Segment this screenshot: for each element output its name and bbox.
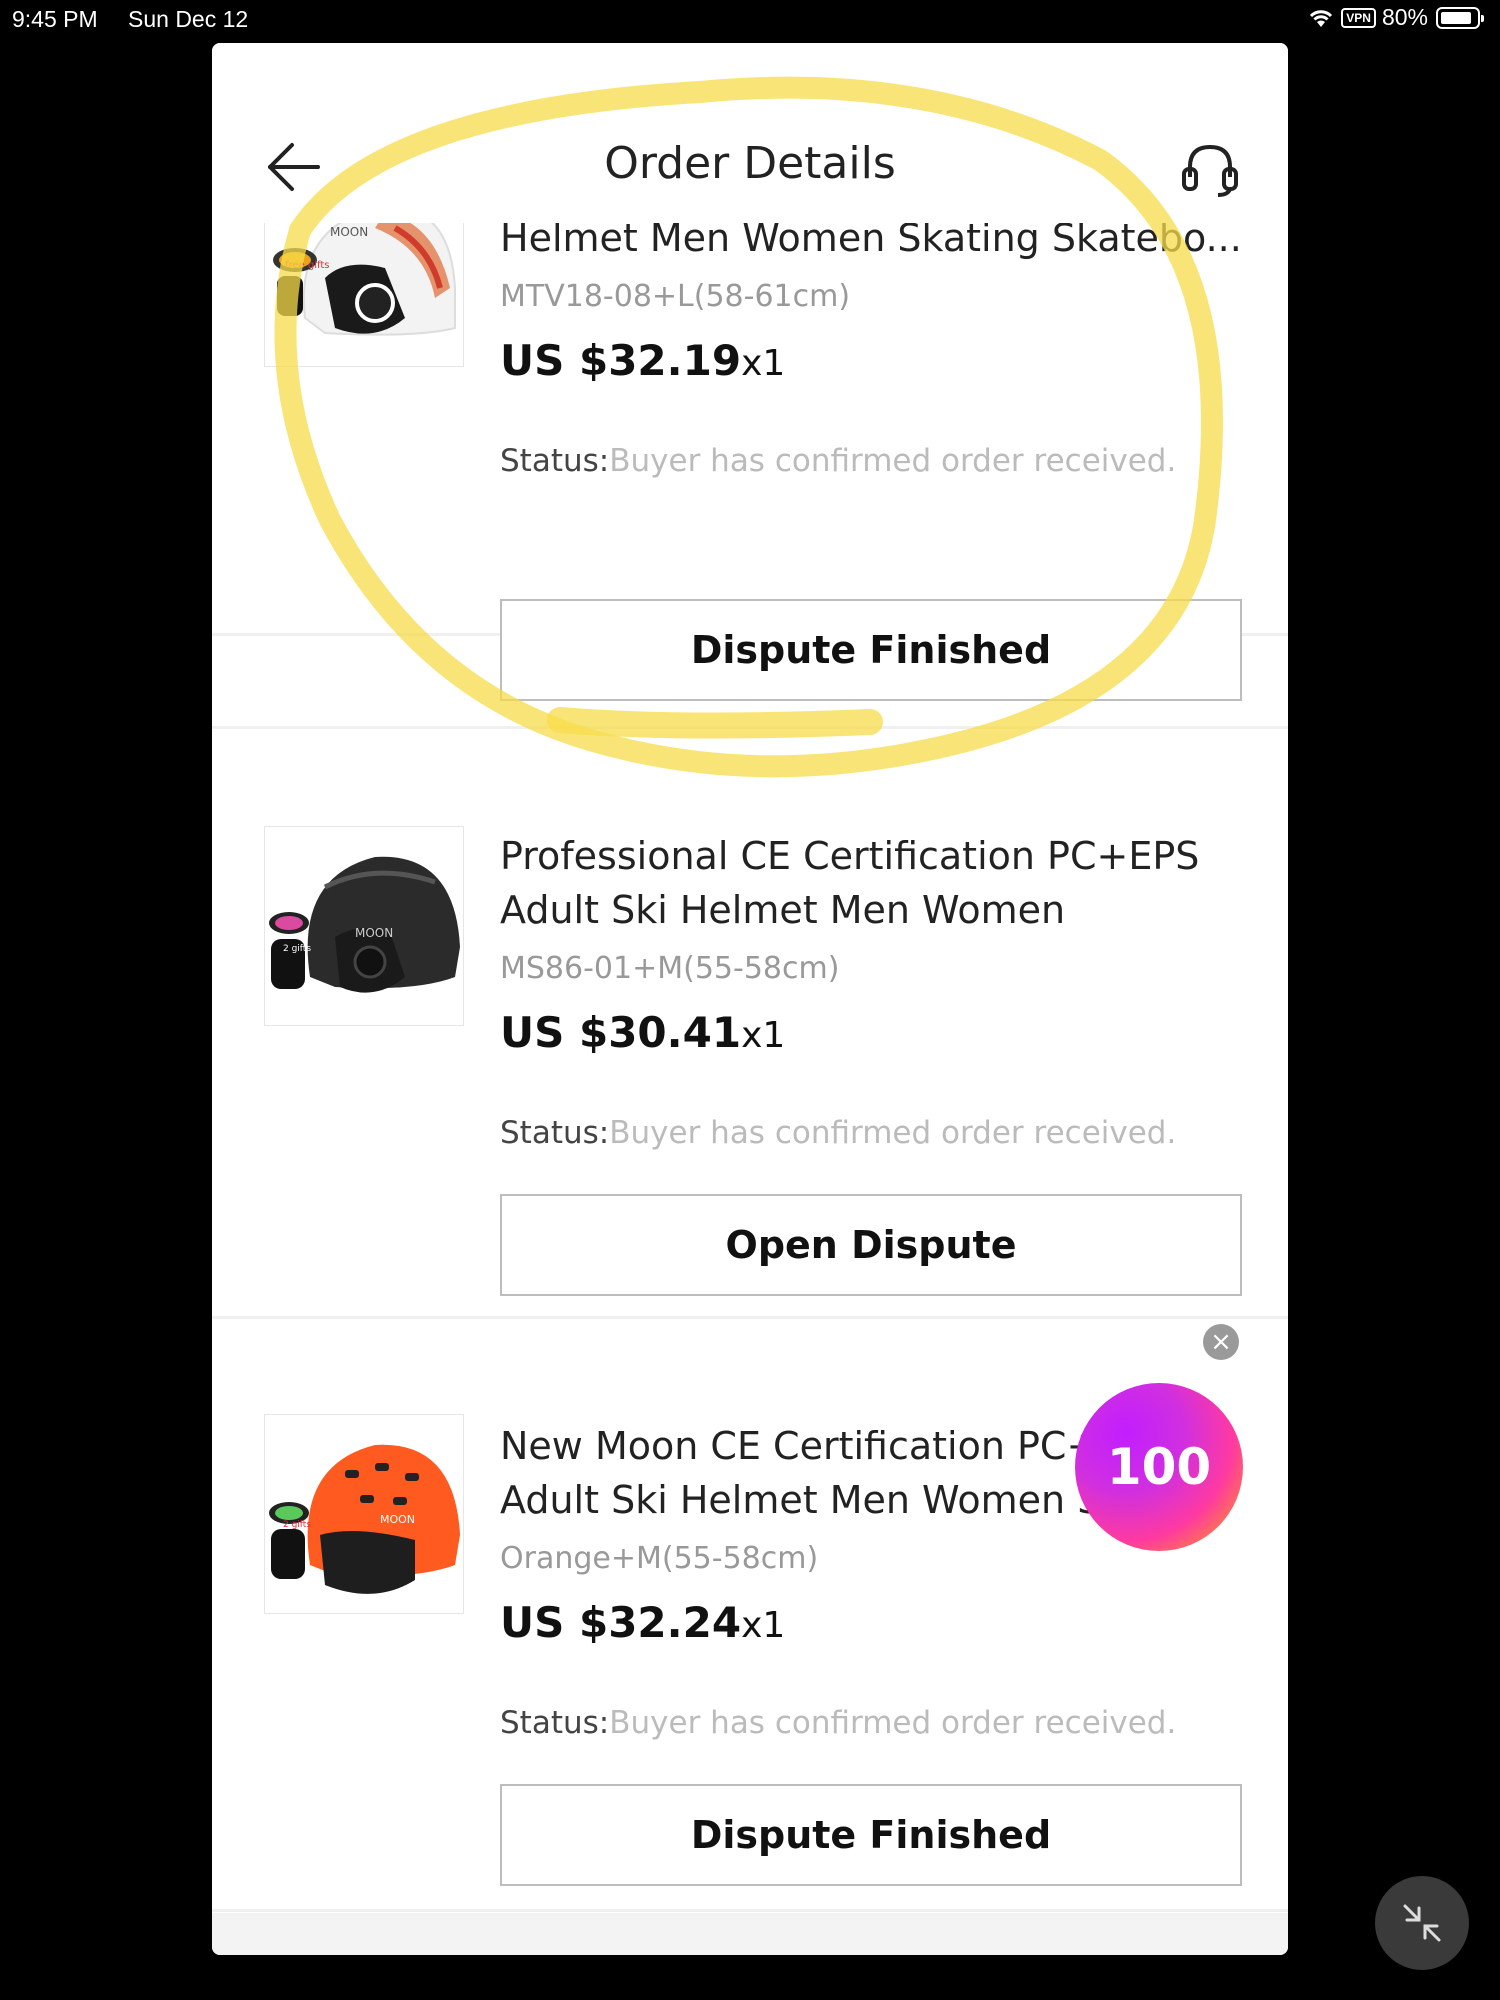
status-bar: 9:45 PM Sun Dec 12 VPN 80% bbox=[0, 0, 1500, 40]
product-sku: MTV18-08+L(58-61cm) bbox=[500, 279, 851, 314]
svg-text:MOON: MOON bbox=[380, 1513, 415, 1526]
order-status: Status:Buyer has confirmed order receive… bbox=[500, 1705, 1242, 1741]
collapse-arrows-icon bbox=[1403, 1904, 1441, 1942]
vpn-badge: VPN bbox=[1341, 7, 1376, 28]
bottom-divider bbox=[212, 1913, 1288, 1955]
status-value: Buyer has confirmed order received. bbox=[609, 1115, 1177, 1151]
price-value: US $32.24 bbox=[500, 1598, 742, 1647]
open-dispute-button[interactable]: Open Dispute bbox=[500, 1194, 1242, 1296]
product-price: US $30.41x1 bbox=[500, 1008, 1242, 1057]
status-label: Status: bbox=[500, 1705, 610, 1741]
battery-percent: 80% bbox=[1381, 4, 1428, 30]
reward-coin-badge[interactable]: 100 bbox=[1075, 1383, 1243, 1551]
svg-text:MOON: MOON bbox=[330, 225, 368, 239]
status-time: 9:45 PM bbox=[12, 6, 98, 32]
status-label: Status: bbox=[500, 1115, 610, 1151]
order-status: Status:Buyer has confirmed order receive… bbox=[500, 443, 1242, 479]
status-value: Buyer has confirmed order received. bbox=[609, 443, 1177, 479]
svg-text:MOON: MOON bbox=[355, 926, 393, 940]
thumb-caption: 2 gifts bbox=[283, 1520, 311, 1530]
dispute-finished-button[interactable]: Dispute Finished bbox=[500, 599, 1242, 701]
minimize-button[interactable] bbox=[1375, 1876, 1469, 1970]
status-label: Status: bbox=[500, 443, 610, 479]
order-status: Status:Buyer has confirmed order receive… bbox=[500, 1115, 1242, 1151]
battery-icon bbox=[1436, 6, 1484, 29]
headset-icon[interactable] bbox=[1178, 137, 1242, 201]
product-thumbnail[interactable]: MOON 2 gifts bbox=[264, 1414, 464, 1614]
quantity: x1 bbox=[741, 343, 786, 384]
product-thumbnail[interactable]: MOON 2 gifts bbox=[264, 826, 464, 1026]
close-icon[interactable]: × bbox=[1203, 1324, 1239, 1360]
status-right: VPN 80% bbox=[1307, 4, 1484, 31]
product-sku: MS86-01+M(55-58cm) bbox=[500, 951, 840, 986]
price-value: US $30.41 bbox=[500, 1008, 742, 1057]
dispute-finished-button[interactable]: Dispute Finished bbox=[500, 1784, 1242, 1886]
orange-ski-helmet-image: MOON 2 gifts bbox=[265, 1415, 463, 1613]
wifi-icon bbox=[1310, 9, 1333, 27]
product-name[interactable]: Professional CE Certification PC+EPS Adu… bbox=[500, 829, 1242, 937]
header: Order Details bbox=[212, 43, 1288, 223]
quantity: x1 bbox=[741, 1605, 786, 1646]
status-date: Sun Dec 12 bbox=[128, 6, 249, 32]
order-details-panel: MOON free gifts Moon MS86/MTV18 PC+EPS A… bbox=[212, 43, 1288, 1955]
price-value: US $32.19 bbox=[500, 336, 742, 385]
order-item: MOON 2 gifts Professional CE Certificati… bbox=[212, 726, 1288, 1319]
black-ski-helmet-image: MOON 2 gifts bbox=[265, 827, 463, 1025]
status-value: Buyer has confirmed order received. bbox=[609, 1705, 1177, 1741]
page-title: Order Details bbox=[604, 138, 896, 189]
thumb-caption: 2 gifts bbox=[283, 944, 311, 954]
quantity: x1 bbox=[741, 1015, 786, 1056]
thumb-caption: free gifts bbox=[285, 260, 330, 271]
product-price: US $32.19x1 bbox=[500, 336, 1242, 385]
product-price: US $32.24x1 bbox=[500, 1598, 1242, 1647]
item-info: Moon MS86/MTV18 PC+EPS Adult Ski Helmet … bbox=[500, 162, 1242, 479]
item-info: Professional CE Certification PC+EPS Adu… bbox=[500, 829, 1242, 1151]
order-items-list[interactable]: MOON free gifts Moon MS86/MTV18 PC+EPS A… bbox=[212, 43, 1288, 1955]
